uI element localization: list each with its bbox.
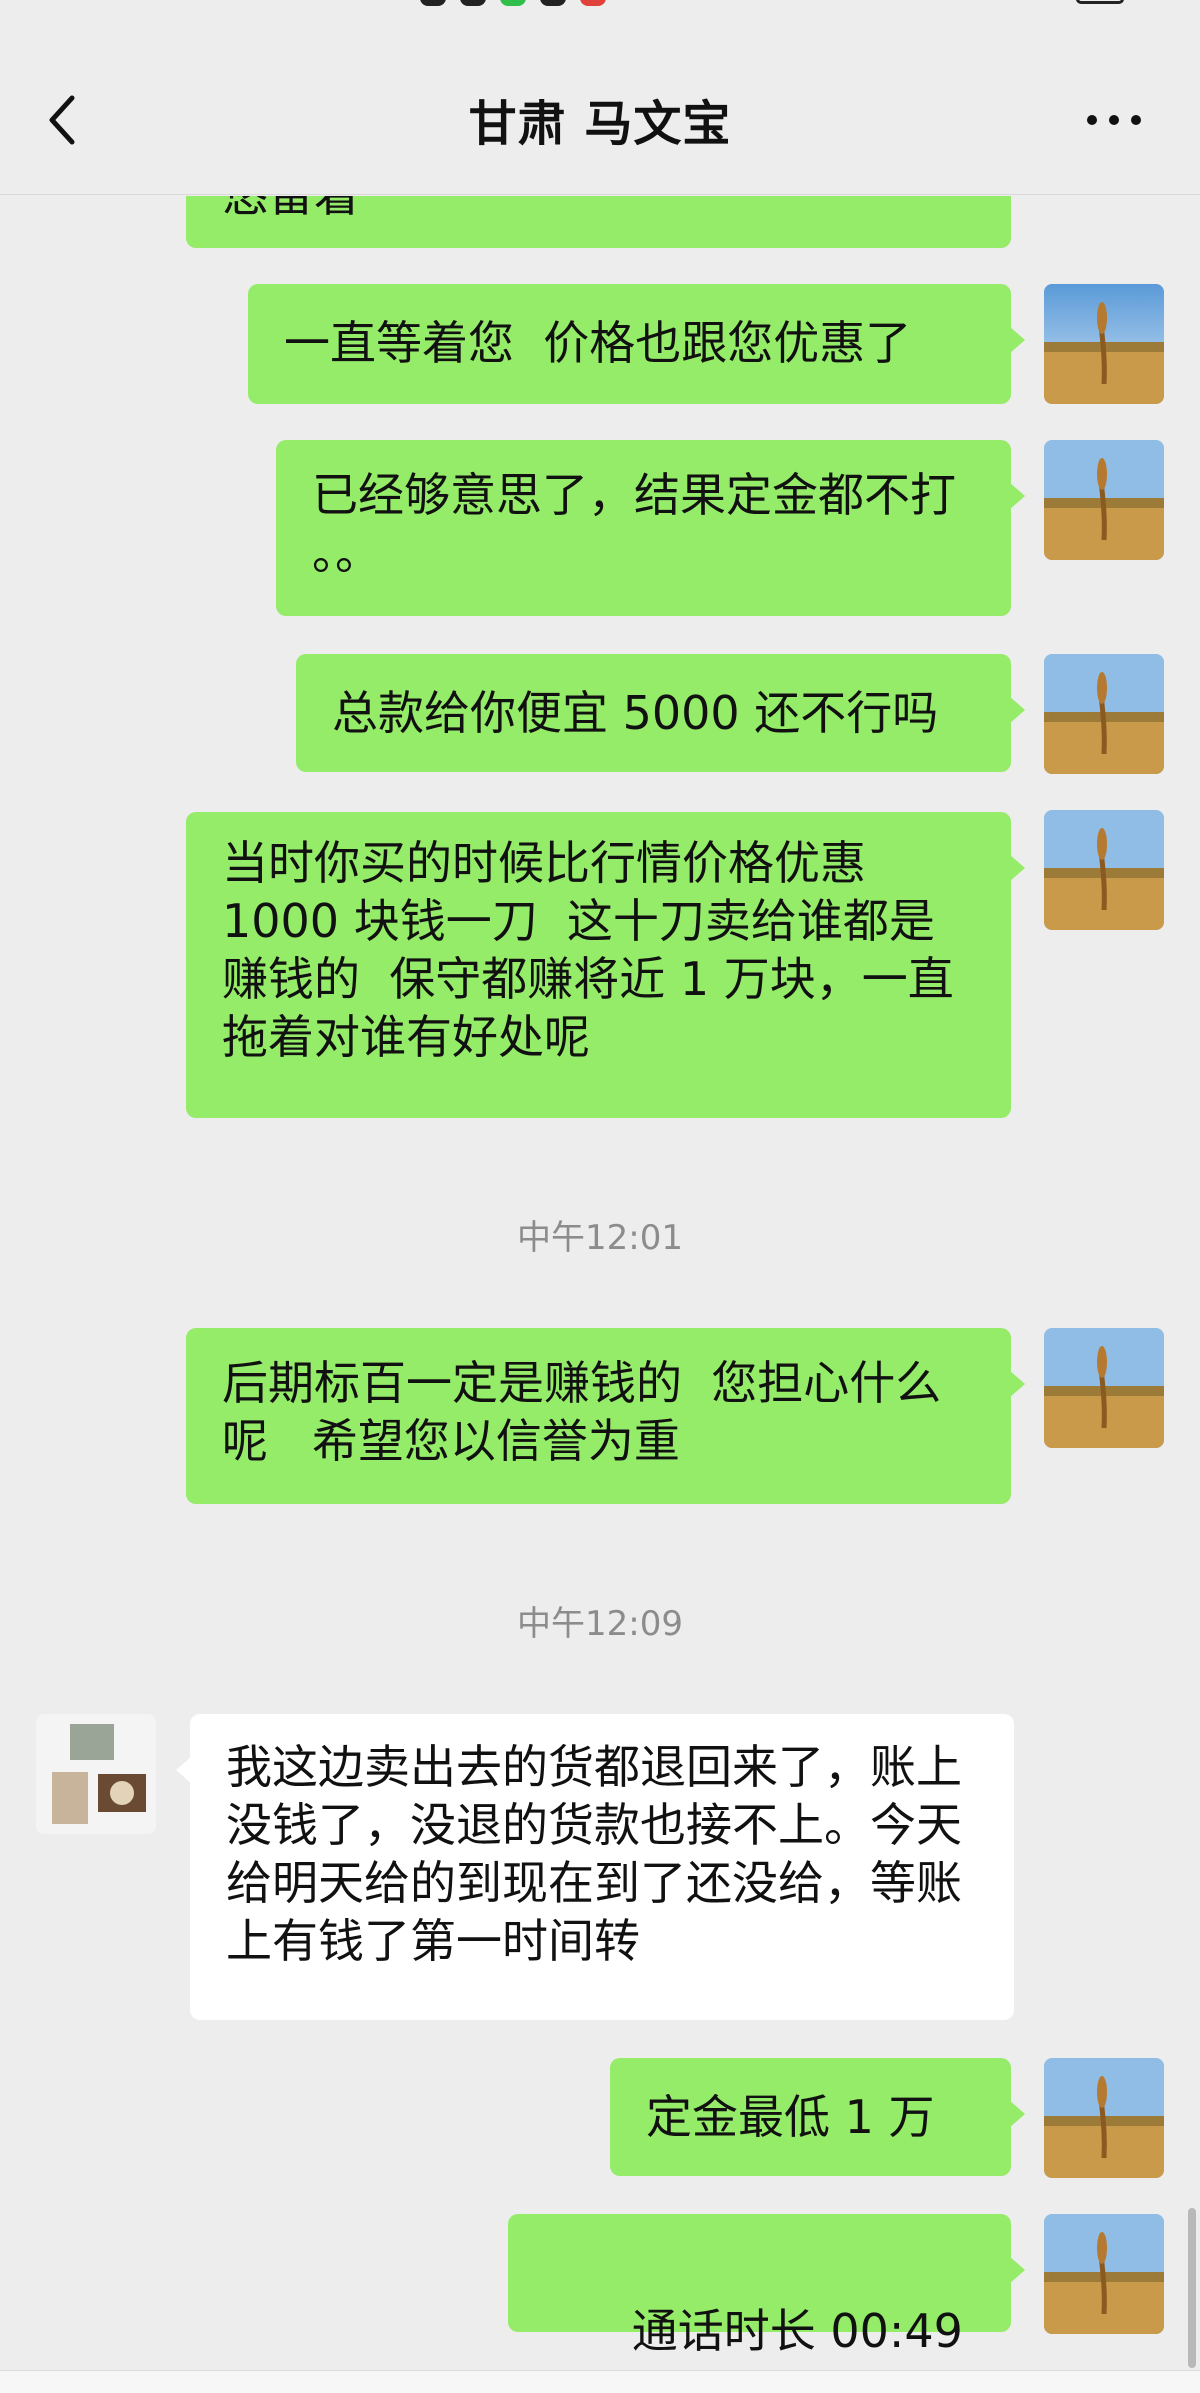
chat-header: 甘肃 马文宝 <box>0 40 1200 195</box>
wheat-field-avatar-image <box>1044 284 1164 404</box>
wheat-field-avatar-image <box>1044 2058 1164 2178</box>
message-bubble[interactable]: 悠留着 <box>186 196 1011 248</box>
more-dots-icon <box>1087 115 1141 125</box>
message-bubble[interactable]: 总款给你便宜 5000 还不行吗 <box>296 654 1025 772</box>
my-avatar[interactable] <box>1044 284 1164 404</box>
battery-icon <box>1076 0 1124 4</box>
my-avatar[interactable] <box>1044 440 1164 560</box>
my-avatar[interactable] <box>1044 810 1164 930</box>
timestamp: 中午12:01 <box>517 1218 683 1258</box>
status-bar <box>0 0 1200 40</box>
wheat-field-avatar-image <box>1044 654 1164 774</box>
message-bubble[interactable]: 当时你买的时候比行情价格优惠 1000 块钱一刀 这十刀卖给谁都是赚钱的 保守都… <box>186 812 1025 1118</box>
contact-avatar[interactable] <box>36 1714 156 1834</box>
wheat-field-avatar-image <box>1044 2214 1164 2334</box>
wheat-field-avatar-image <box>1044 440 1164 560</box>
product-photo-avatar-image <box>36 1714 156 1834</box>
wheat-field-avatar-image <box>1044 1328 1164 1448</box>
input-bar-edge <box>0 2370 1200 2393</box>
chat-title: 甘肃 马文宝 <box>468 96 732 152</box>
message-bubble[interactable]: 定金最低 1 万 <box>610 2058 1025 2176</box>
scrollbar[interactable] <box>1188 2208 1196 2368</box>
message-bubble[interactable]: 我这边卖出去的货都退回来了，账上没钱了，没退的货款也接不上。今天给明天给的到现在… <box>176 1714 1014 2020</box>
my-avatar[interactable] <box>1044 1328 1164 1448</box>
message-list[interactable]: 悠留着 一直等着您 价格也跟您优惠了 已经够意思了，结果定金都不打 。。 <box>0 196 1200 2393</box>
status-icons <box>420 0 606 6</box>
call-duration-text: 通话时长 00:49 <box>631 2304 963 2358</box>
message-bubble[interactable]: 已经够意思了，结果定金都不打 。。 <box>276 440 1025 616</box>
more-options-button[interactable] <box>1084 100 1144 140</box>
wheat-field-avatar-image <box>1044 810 1164 930</box>
timestamp: 中午12:09 <box>517 1604 683 1644</box>
my-avatar[interactable] <box>1044 2058 1164 2178</box>
message-bubble[interactable]: 一直等着您 价格也跟您优惠了 <box>248 284 1025 404</box>
call-record-bubble[interactable]: 通话时长 00:49 <box>508 2214 1025 2393</box>
my-avatar[interactable] <box>1044 2214 1164 2334</box>
my-avatar[interactable] <box>1044 654 1164 774</box>
message-bubble[interactable]: 后期标百一定是赚钱的 您担心什么呢 希望您以信誉为重 <box>186 1328 1025 1504</box>
